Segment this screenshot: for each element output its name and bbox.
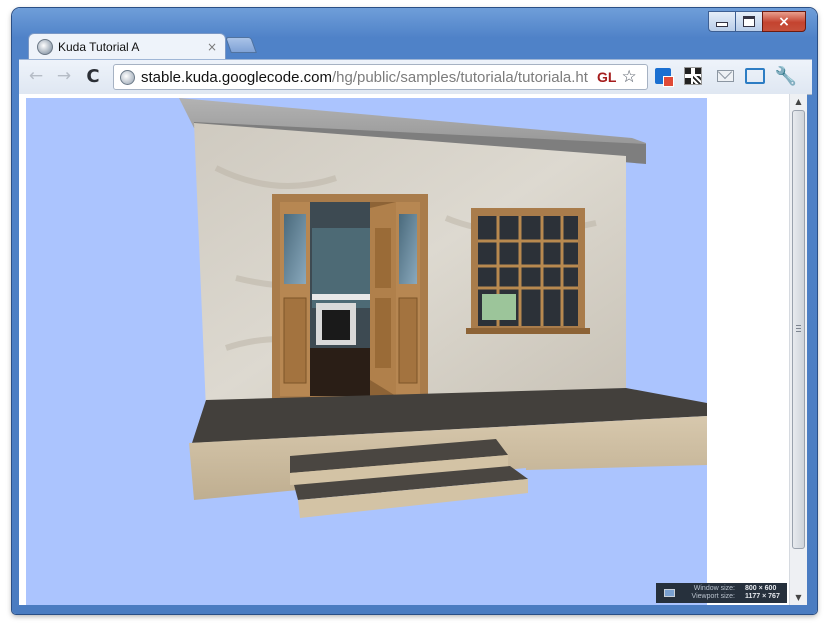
- wrench-menu-button[interactable]: 🔧: [774, 65, 798, 87]
- webgl-canvas[interactable]: [26, 98, 707, 605]
- qr-code-icon: [684, 67, 702, 85]
- page-viewport: [19, 94, 789, 605]
- minimize-icon: [716, 22, 728, 27]
- viewport-size-value: 1177 × 767: [745, 593, 780, 600]
- tab-kuda-tutorial[interactable]: Kuda Tutorial A ×: [28, 33, 226, 60]
- translate-icon: [655, 68, 674, 87]
- reload-button[interactable]: C: [82, 65, 104, 87]
- scroll-thumb[interactable]: [792, 110, 805, 549]
- mail-icon: [716, 70, 734, 82]
- close-icon: ×: [778, 13, 790, 30]
- forward-button[interactable]: →: [53, 65, 75, 87]
- house-scene: [179, 98, 707, 518]
- grip-icon: [796, 325, 801, 332]
- scroll-down-arrow-icon[interactable]: ▼: [790, 590, 807, 605]
- url-path: /hg/public/samples/tutoriala/tutoriala.h…: [331, 68, 588, 86]
- fullscreen-extension-button[interactable]: [745, 66, 765, 86]
- viewport-size-label: Viewport size:: [691, 593, 735, 600]
- tab-close-icon[interactable]: ×: [207, 40, 217, 54]
- window-size-label: Window size:: [693, 585, 735, 592]
- close-window-button[interactable]: ×: [762, 11, 806, 32]
- url-host: stable.kuda.googlecode.com: [141, 68, 332, 86]
- page-info-icon[interactable]: [120, 69, 135, 85]
- window-size-value: 800 × 600: [745, 585, 777, 592]
- maximize-icon: [743, 16, 755, 27]
- minimize-button[interactable]: [708, 11, 735, 32]
- monitor-icon: [664, 589, 675, 597]
- scroll-up-arrow-icon[interactable]: ▲: [790, 94, 807, 109]
- bookmark-star-icon[interactable]: ☆: [621, 67, 636, 87]
- address-bar[interactable]: stable.kuda.googlecode.com/hg/public/sam…: [113, 64, 648, 90]
- new-tab-button[interactable]: [225, 37, 257, 53]
- window-size-overlay: Window size: Viewport size: 800 × 600 11…: [656, 583, 787, 603]
- translate-extension-button[interactable]: [653, 66, 674, 87]
- qr-extension-button[interactable]: [683, 66, 703, 86]
- back-button[interactable]: ←: [25, 65, 47, 87]
- tab-title: Kuda Tutorial A: [58, 40, 140, 54]
- toolbar: ← → C stable.kuda.googlecode.com/hg/publ…: [19, 59, 812, 95]
- vertical-scrollbar[interactable]: ▲ ▼: [789, 94, 807, 605]
- maximize-button[interactable]: [735, 11, 762, 32]
- mail-extension-button[interactable]: [715, 66, 735, 86]
- wrench-icon: 🔧: [774, 65, 798, 87]
- globe-icon: [37, 39, 53, 55]
- fullscreen-icon: [745, 68, 765, 84]
- window-controls: ×: [708, 11, 806, 32]
- url-text[interactable]: stable.kuda.googlecode.com/hg/public/sam…: [141, 69, 593, 86]
- webgl-badge[interactable]: GL: [597, 69, 616, 85]
